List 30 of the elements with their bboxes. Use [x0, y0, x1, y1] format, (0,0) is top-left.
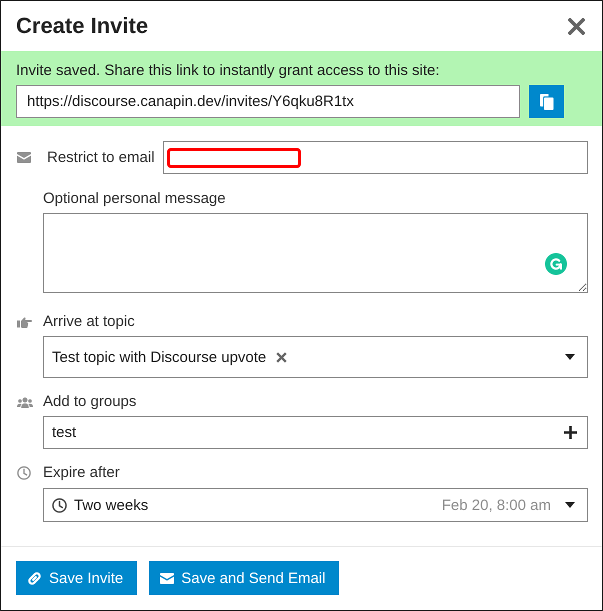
link-icon [27, 570, 42, 586]
caret-down-icon[interactable] [565, 354, 575, 360]
clock-icon [52, 498, 67, 513]
expiry-date: Feb 20, 8:00 am [442, 496, 551, 514]
field-label: Optional personal message [43, 190, 226, 208]
pointing-hand-icon [17, 316, 32, 328]
email-field[interactable] [162, 141, 588, 174]
save-button[interactable]: Save Invite [16, 561, 138, 596]
clock-icon [17, 466, 31, 480]
close-icon[interactable] [568, 18, 585, 35]
send-email-button[interactable]: Save and Send Email [149, 561, 340, 596]
groups-field[interactable]: test [43, 416, 588, 450]
field-label: Add to groups [43, 393, 136, 412]
envelope-icon [160, 572, 174, 584]
clear-icon[interactable] [276, 352, 288, 363]
field-label: Restrict to email [47, 148, 155, 167]
message-field[interactable] [43, 213, 588, 294]
field-label: Expire after [43, 464, 120, 482]
copy-icon [540, 94, 554, 110]
expiry-select[interactable]: Two weeks Feb 20, 8:00 am [43, 488, 588, 522]
field-label: Arrive at topic [43, 313, 135, 332]
caret-down-icon[interactable] [565, 502, 575, 508]
banner-message: Invite saved. Share this link to instantly grant access to this site: [16, 62, 441, 80]
topic-select[interactable]: Test topic with Discourse upvote [43, 336, 588, 378]
dialog-title: Create Invite [16, 13, 148, 40]
users-icon [17, 396, 33, 408]
invite-link-field[interactable]: https://discourse.canapin.dev/invites/Y6qku8R1tx [16, 85, 520, 118]
copy-button[interactable] [529, 85, 564, 118]
plus-icon[interactable] [564, 426, 577, 440]
envelope-icon [17, 152, 31, 164]
